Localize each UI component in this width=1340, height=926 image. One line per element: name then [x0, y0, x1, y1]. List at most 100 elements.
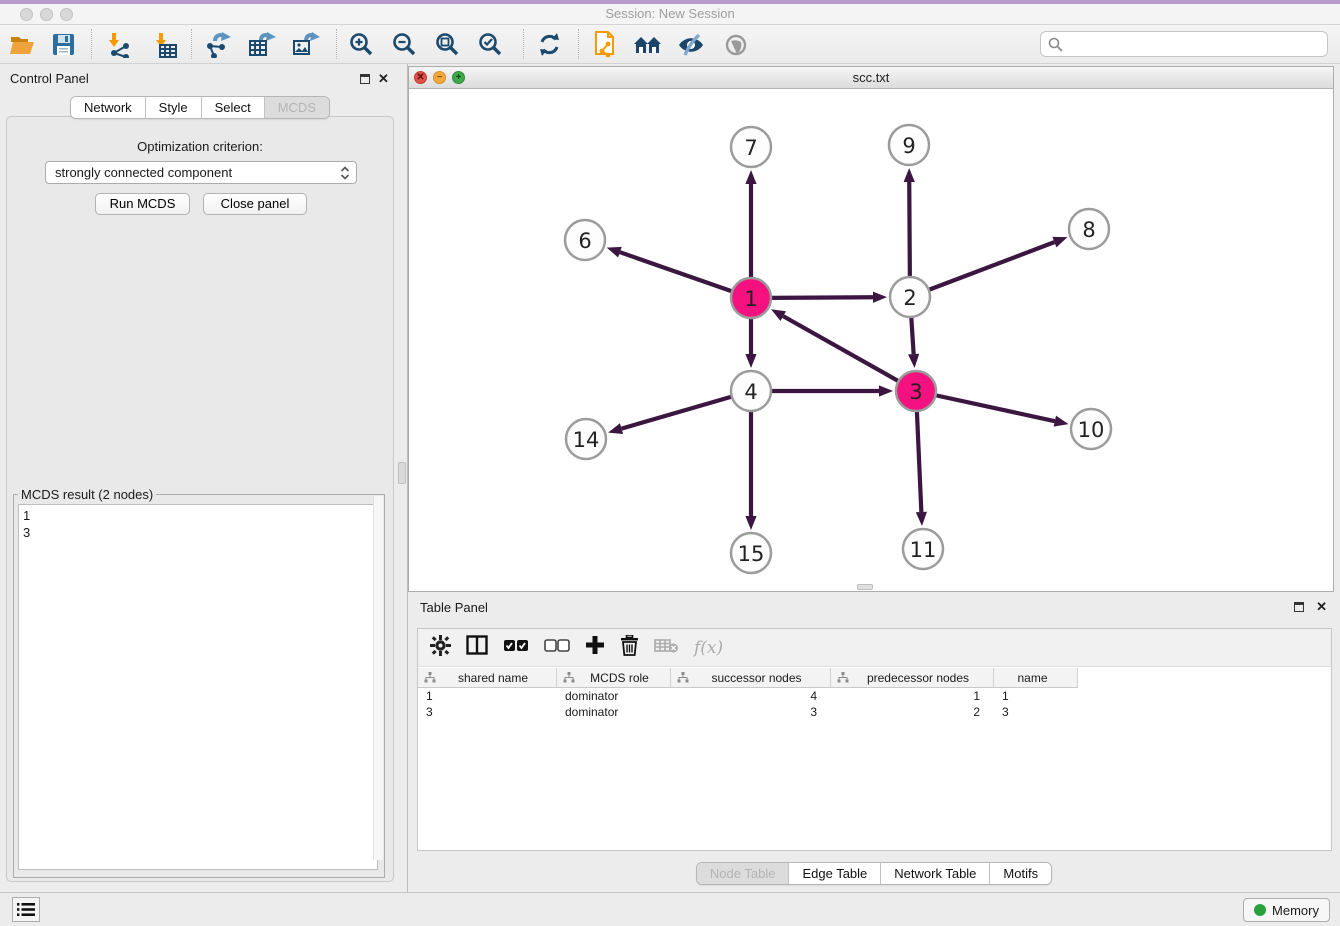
network-minimize-icon[interactable]: −	[433, 71, 446, 84]
create-column-icon[interactable]	[585, 635, 605, 660]
export-network-icon[interactable]	[201, 28, 235, 61]
graph-edge-arrow-2-8	[1052, 237, 1067, 247]
graph-node-8[interactable]: 8	[1069, 209, 1109, 249]
graph-node-7[interactable]: 7	[731, 127, 771, 167]
table-row[interactable]: 1dominator411	[418, 688, 1078, 704]
result-scrollbar[interactable]	[373, 496, 383, 860]
graph-edge-2-8[interactable]	[929, 242, 1055, 290]
network-bottom-grip[interactable]	[857, 584, 873, 590]
import-table-icon[interactable]	[148, 28, 182, 61]
export-image-icon[interactable]	[289, 28, 323, 61]
cell-predecessor-nodes[interactable]: 1	[831, 688, 994, 704]
graph-node-2[interactable]: 2	[890, 277, 930, 317]
network-maximize-icon[interactable]: +	[452, 71, 465, 84]
search-input[interactable]	[1067, 37, 1327, 52]
show-task-history-button[interactable]	[12, 897, 40, 922]
refresh-icon[interactable]	[532, 28, 566, 61]
graph-edge-3-10[interactable]	[936, 395, 1055, 421]
graph-edge-2-9[interactable]	[909, 182, 910, 277]
cell-MCDS-role[interactable]: dominator	[557, 704, 671, 720]
graph-node-14[interactable]: 14	[566, 419, 606, 459]
criterion-dropdown[interactable]: strongly connected component	[45, 161, 357, 184]
delete-column-trash-icon[interactable]	[620, 635, 639, 661]
cell-successor-nodes[interactable]: 3	[671, 704, 831, 720]
cell-shared-name[interactable]: 1	[418, 688, 557, 704]
save-session-icon[interactable]	[46, 28, 80, 61]
tab-style[interactable]: Style	[145, 97, 201, 118]
zoom-fit-icon[interactable]	[431, 28, 465, 61]
graph-edge-3-11[interactable]	[917, 411, 921, 512]
cell-MCDS-role[interactable]: dominator	[557, 688, 671, 704]
zoom-in-icon[interactable]	[345, 28, 379, 61]
svg-text:6: 6	[578, 229, 591, 253]
memory-button[interactable]: Memory	[1243, 898, 1330, 922]
zoom-out-icon[interactable]	[388, 28, 422, 61]
cell-successor-nodes[interactable]: 4	[671, 688, 831, 704]
graph-edge-2-3[interactable]	[911, 317, 913, 354]
column-header-name[interactable]: name	[994, 668, 1078, 688]
control-panel-tabs: NetworkStyleSelectMCDS	[0, 96, 400, 119]
import-network-icon[interactable]	[101, 28, 135, 61]
graph-edge-3-1[interactable]	[783, 316, 898, 381]
table-tabs: Node TableEdge TableNetwork TableMotifs	[408, 862, 1340, 885]
table-settings-gear-icon[interactable]	[430, 635, 451, 661]
tab-network-table[interactable]: Network Table	[880, 863, 989, 884]
dropdown-stepper-icon	[340, 165, 350, 187]
svg-text:14: 14	[573, 428, 600, 452]
panel-divider-grip[interactable]	[398, 462, 406, 484]
select-all-columns-icon[interactable]	[503, 639, 529, 657]
tab-select[interactable]: Select	[201, 97, 264, 118]
column-tree-icon	[677, 672, 689, 683]
column-header-predecessor-nodes[interactable]: predecessor nodes	[831, 668, 994, 688]
graph-node-4[interactable]: 4	[731, 371, 771, 411]
toolbar-separator	[523, 29, 524, 59]
network-close-icon[interactable]: ✕	[414, 71, 427, 84]
network-window-titlebar[interactable]: scc.txt ✕ − +	[409, 67, 1333, 89]
column-header-shared-name[interactable]: shared name	[418, 668, 557, 688]
cell-name[interactable]: 1	[994, 688, 1078, 704]
tab-node-table[interactable]: Node Table	[697, 863, 789, 884]
graph-edge-arrow-1-4	[745, 354, 756, 368]
graph-edge-1-6[interactable]	[620, 252, 732, 291]
cell-predecessor-nodes[interactable]: 2	[831, 704, 994, 720]
clone-network-icon[interactable]	[588, 28, 622, 61]
graph-edge-4-14[interactable]	[622, 397, 732, 429]
mcds-result-text[interactable]: 1 3	[18, 504, 378, 870]
tab-motifs[interactable]: Motifs	[989, 863, 1051, 884]
table-panel-float-icon[interactable]	[1294, 602, 1304, 612]
svg-text:1: 1	[744, 287, 757, 311]
column-header-MCDS-role[interactable]: MCDS role	[557, 668, 671, 688]
zoom-selected-icon[interactable]	[474, 28, 508, 61]
run-mcds-button[interactable]: Run MCDS	[95, 193, 190, 215]
export-table-icon[interactable]	[245, 28, 279, 61]
hide-graphics-details-icon[interactable]	[674, 28, 708, 61]
deselect-all-columns-icon[interactable]	[544, 639, 570, 657]
cell-name[interactable]: 3	[994, 704, 1078, 720]
optimization-criterion-label: Optimization criterion:	[7, 139, 393, 154]
column-tree-icon	[424, 672, 436, 683]
search-field[interactable]	[1040, 31, 1328, 57]
control-panel-close-icon[interactable]: ✕	[378, 71, 389, 87]
graph-node-9[interactable]: 9	[889, 125, 929, 165]
first-neighbors-icon[interactable]	[631, 28, 665, 61]
graph-node-15[interactable]: 15	[731, 533, 771, 573]
show-view-icon[interactable]	[719, 28, 753, 61]
column-header-successor-nodes[interactable]: successor nodes	[671, 668, 831, 688]
table-panel-close-icon[interactable]: ✕	[1316, 599, 1327, 615]
tab-mcds[interactable]: MCDS	[264, 97, 329, 118]
tab-network[interactable]: Network	[71, 97, 145, 118]
graph-node-10[interactable]: 10	[1071, 409, 1111, 449]
graph-node-11[interactable]: 11	[903, 529, 943, 569]
graph-node-3[interactable]: 3	[896, 371, 936, 411]
graph-edge-1-2[interactable]	[771, 297, 873, 298]
control-panel-float-icon[interactable]	[360, 74, 370, 84]
close-panel-button[interactable]: Close panel	[203, 193, 307, 215]
cell-shared-name[interactable]: 3	[418, 704, 557, 720]
show-column-panel-icon[interactable]	[466, 635, 488, 660]
open-session-icon[interactable]	[5, 28, 39, 61]
tab-edge-table[interactable]: Edge Table	[788, 863, 880, 884]
graph-node-6[interactable]: 6	[565, 220, 605, 260]
graph-node-1[interactable]: 1	[731, 278, 771, 318]
network-canvas[interactable]: 7 9 6 8 1 2 4 3 14 10 15 11	[409, 90, 1333, 592]
table-row[interactable]: 3dominator323	[418, 704, 1078, 720]
